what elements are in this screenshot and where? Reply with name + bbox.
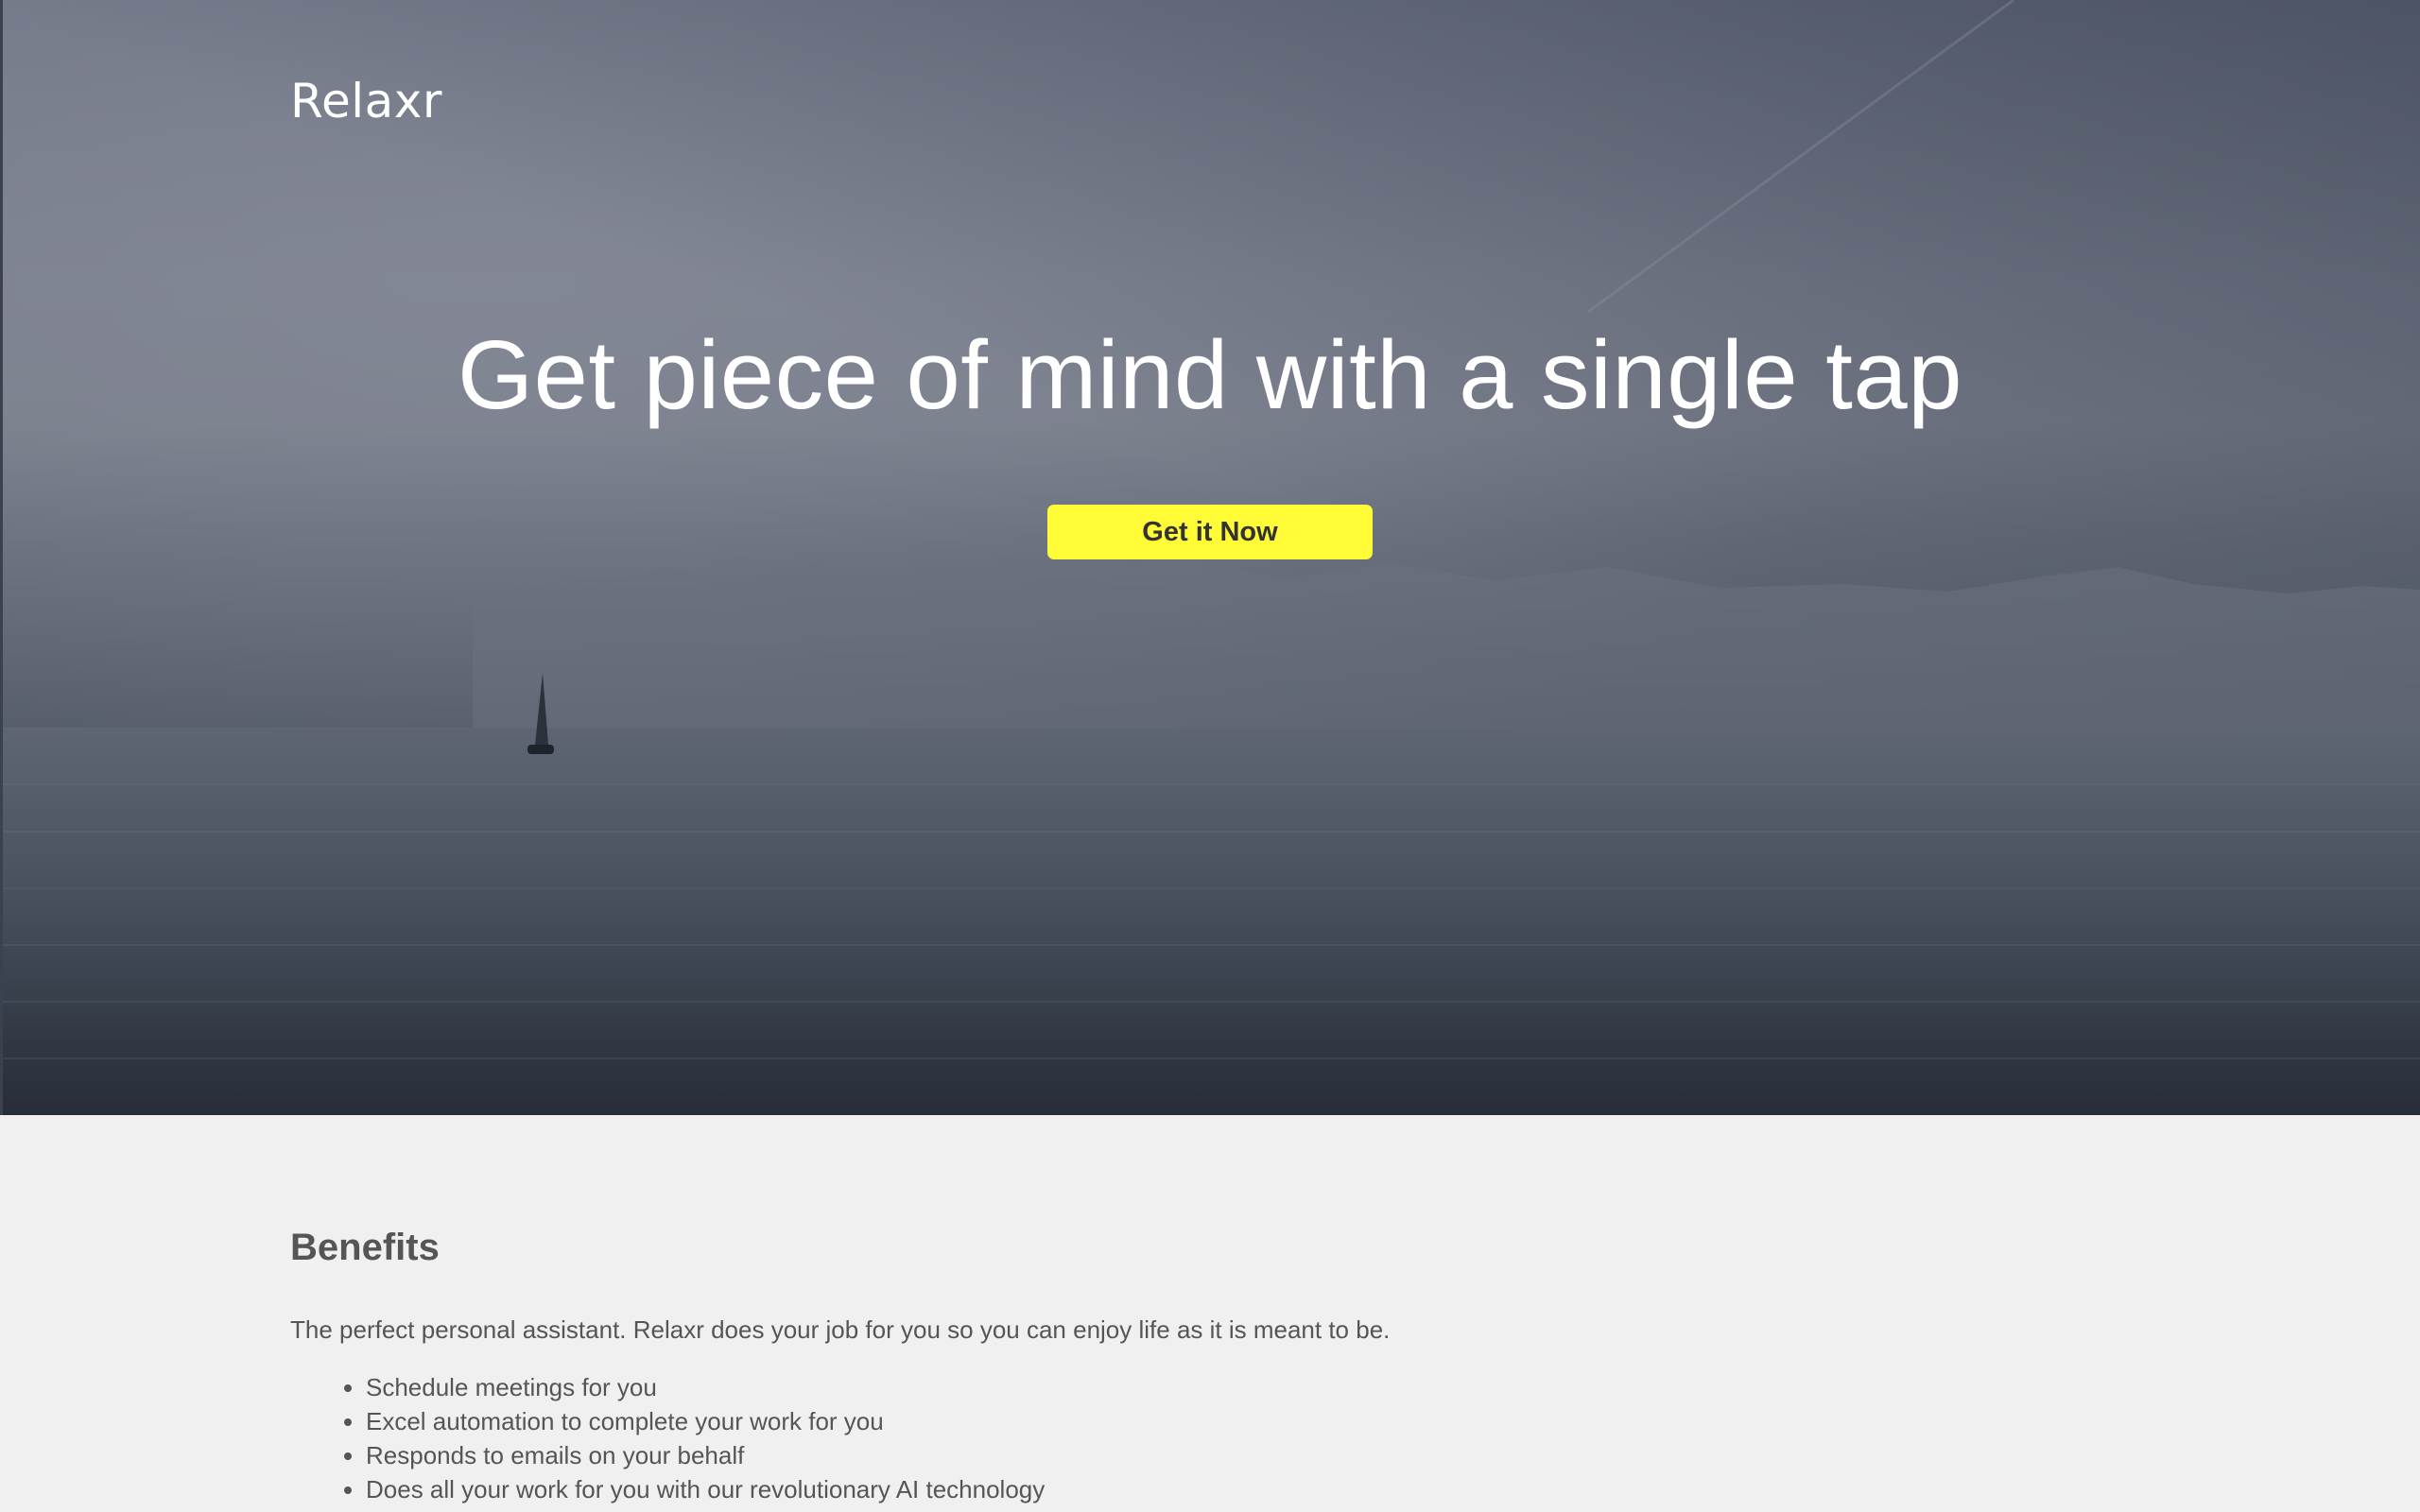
list-item: Excel automation to complete your work f… bbox=[366, 1404, 1045, 1438]
benefits-title: Benefits bbox=[290, 1227, 440, 1268]
benefits-list: Schedule meetings for you Excel automati… bbox=[290, 1370, 1045, 1506]
benefits-intro: The perfect personal assistant. Relaxr d… bbox=[290, 1315, 1391, 1344]
hero-left-edge bbox=[0, 0, 3, 1115]
list-item: Does all your work for you with our revo… bbox=[366, 1472, 1045, 1506]
hero-section: Relaxr Get piece of mind with a single t… bbox=[0, 0, 2420, 1115]
list-item: Schedule meetings for you bbox=[366, 1370, 1045, 1404]
list-item: Responds to emails on your behalf bbox=[366, 1438, 1045, 1472]
hero-headline: Get piece of mind with a single tap bbox=[458, 320, 1962, 429]
get-it-now-button[interactable]: Get it Now bbox=[1047, 505, 1373, 559]
brand-logo[interactable]: Relaxr bbox=[290, 74, 442, 129]
